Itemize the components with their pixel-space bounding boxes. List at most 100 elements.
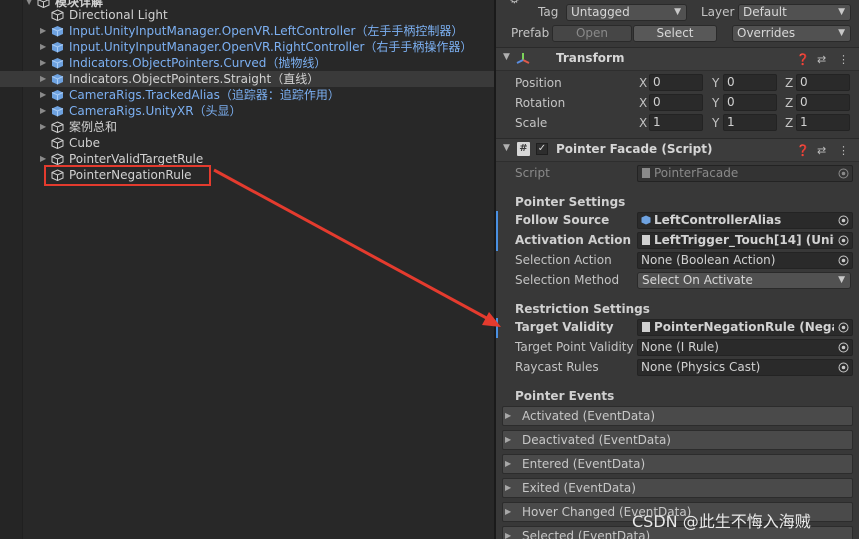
axis-y-label: Y [712,116,720,130]
hierarchy-item-label: Input.UnityInputManager.OpenVR.RightCont… [69,40,473,54]
expand-arrow-icon[interactable]: ▶ [40,23,50,39]
selection-action-label: Selection Action [515,253,612,267]
object-picker-icon[interactable] [838,342,849,353]
script-field: PointerFacade [637,165,853,182]
overrides-dropdown[interactable]: Overrides ▼ [732,25,851,42]
rotation-z-field[interactable]: 0 [796,94,850,111]
preset-icon[interactable]: ⇄ [817,144,826,157]
selection-method-dropdown[interactable]: Select On Activate ▼ [637,272,851,289]
pointer-events-heading: Pointer Events [515,389,615,403]
layer-label: Layer [701,5,735,19]
script-value: PointerFacade [654,166,739,180]
foldout-arrow-icon[interactable]: ▶ [505,407,511,425]
follow-source-value: LeftControllerAlias [654,213,782,227]
hierarchy-row-tracked-alias[interactable]: ▶ CameraRigs.TrackedAlias（追踪器：追踪作用） [0,87,494,103]
rotation-x-field[interactable]: 0 [649,94,703,111]
foldout-arrow-icon[interactable]: ▶ [505,431,511,449]
position-z-field[interactable]: 0 [796,74,850,91]
selection-action-field[interactable]: None (Boolean Action) [637,252,853,269]
scale-x-field[interactable]: 1 [649,114,703,131]
hierarchy-panel: ▼ 模块详解 Directional Light ▶ Input.UnityIn… [0,0,494,539]
hierarchy-row-curved-pointer[interactable]: ▶ Indicators.ObjectPointers.Curved（抛物线） [0,55,494,71]
scale-label: Scale [515,116,548,130]
chevron-down-icon: ▼ [674,7,681,17]
event-activated[interactable]: ▶ Activated (EventData) [502,406,853,426]
target-point-validity-field[interactable]: None (I Rule) [637,339,853,356]
tag-dropdown[interactable]: Untagged ▼ [566,4,687,21]
prefab-label: Prefab [511,26,550,40]
script-file-icon [642,168,650,178]
axis-x-label: X [639,96,648,110]
hierarchy-row-cube[interactable]: Cube [0,135,494,151]
raycast-rules-field[interactable]: None (Physics Cast) [637,359,853,376]
event-label: Exited (EventData) [522,481,636,495]
prefab-cube-icon [51,58,64,69]
foldout-arrow-icon[interactable]: ▶ [505,503,511,521]
object-picker-icon[interactable] [838,322,849,333]
enabled-checkbox[interactable]: ✓ [536,143,548,155]
scale-y-field[interactable]: 1 [723,114,777,131]
foldout-arrow-icon[interactable]: ▶ [505,479,511,497]
prefab-select-button[interactable]: Select [633,25,717,42]
chevron-down-icon: ▼ [838,7,845,17]
hierarchy-row-unity-xr[interactable]: ▶ CameraRigs.UnityXR（头显） [0,103,494,119]
object-picker-icon[interactable] [838,235,849,246]
axis-z-label: Z [785,116,794,130]
selection-method-value: Select On Activate [642,273,753,287]
event-deactivated[interactable]: ▶ Deactivated (EventData) [502,430,853,450]
activation-action-label: Activation Action [515,233,632,247]
highlight-box [44,165,211,186]
transform-header[interactable]: ▼ Transform ❓ ⇄ ⋮ [496,47,859,71]
prefab-open-button[interactable]: Open [552,25,632,42]
prefab-cube-icon [51,74,64,85]
gear-icon[interactable]: ⚙ [509,0,520,6]
kebab-menu-icon[interactable]: ⋮ [838,144,849,157]
target-validity-value: PointerNegationRule (Negation [654,320,834,334]
foldout-arrow-icon[interactable]: ▼ [503,52,510,62]
axis-z-label: Z [785,76,794,90]
expand-arrow-icon[interactable]: ▶ [40,55,50,71]
object-picker-icon[interactable] [838,362,849,373]
help-icon[interactable]: ❓ [796,144,810,157]
restriction-settings-heading: Restriction Settings [515,302,650,316]
hierarchy-row-directional-light[interactable]: Directional Light [0,7,494,23]
transform-axes-icon [516,53,530,64]
foldout-arrow-icon[interactable]: ▶ [505,527,511,539]
follow-source-label: Follow Source [515,213,610,227]
hierarchy-item-label: CameraRigs.UnityXR（头显） [69,104,242,118]
rotation-y-field[interactable]: 0 [723,94,777,111]
hierarchy-item-label: Directional Light [69,8,168,22]
position-y-field[interactable]: 0 [723,74,777,91]
expand-arrow-icon[interactable]: ▶ [40,119,50,135]
scale-z-field[interactable]: 1 [796,114,850,131]
raycast-rules-label: Raycast Rules [515,360,599,374]
event-label: Activated (EventData) [522,409,656,423]
object-picker-icon[interactable] [838,215,849,226]
hierarchy-row-straight-pointer[interactable]: ▶ Indicators.ObjectPointers.Straight（直线） [0,71,494,87]
target-validity-field[interactable]: PointerNegationRule (Negation [637,319,853,336]
layer-dropdown[interactable]: Default ▼ [738,4,851,21]
hierarchy-item-label: CameraRigs.TrackedAlias（追踪器：追踪作用） [69,88,340,102]
expand-arrow-icon[interactable]: ▶ [40,87,50,103]
event-exited[interactable]: ▶ Exited (EventData) [502,478,853,498]
expand-arrow-icon[interactable]: ▶ [40,71,50,87]
hierarchy-row-examples[interactable]: ▶ 案例总和 [0,119,494,135]
follow-source-field[interactable]: LeftControllerAlias [637,212,853,229]
position-x-field[interactable]: 0 [649,74,703,91]
preset-icon[interactable]: ⇄ [817,53,826,66]
event-label: Deactivated (EventData) [522,433,671,447]
hierarchy-item-label: Indicators.ObjectPointers.Straight（直线） [69,72,320,86]
expand-arrow-icon[interactable]: ▶ [40,103,50,119]
foldout-arrow-icon[interactable]: ▼ [503,143,510,153]
activation-action-field[interactable]: LeftTrigger_Touch[14] (UnityI [637,232,853,249]
expand-arrow-icon[interactable]: ▶ [40,39,50,55]
foldout-arrow-icon[interactable]: ▶ [505,455,511,473]
help-icon[interactable]: ❓ [796,53,810,66]
object-picker-icon[interactable] [838,255,849,266]
pointer-facade-header[interactable]: ▼ # ✓ Pointer Facade (Script) ❓ ⇄ ⋮ [496,138,859,162]
hierarchy-row-left-controller[interactable]: ▶ Input.UnityInputManager.OpenVR.LeftCon… [0,23,494,39]
inspector-panel: ⚙ Tag Untagged ▼ Layer Default ▼ Prefab … [496,0,859,539]
hierarchy-row-right-controller[interactable]: ▶ Input.UnityInputManager.OpenVR.RightCo… [0,39,494,55]
event-entered[interactable]: ▶ Entered (EventData) [502,454,853,474]
kebab-menu-icon[interactable]: ⋮ [838,53,849,66]
